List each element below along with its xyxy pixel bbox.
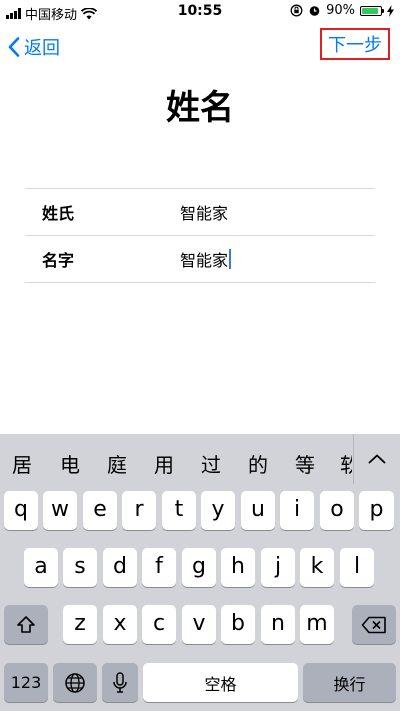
candidate[interactable]: 的 (248, 449, 268, 478)
given-name-label: 名字 (42, 251, 75, 270)
key-m[interactable]: m (300, 605, 334, 644)
charging-icon (387, 4, 394, 17)
candidate-list: 居 电 庭 用 过 的 等 软 (0, 434, 352, 484)
key-o[interactable]: o (320, 491, 354, 530)
candidate[interactable]: 过 (201, 449, 221, 478)
candidate[interactable]: 庭 (107, 449, 127, 478)
numbers-key[interactable]: 123 (4, 663, 48, 702)
key-j[interactable]: j (261, 548, 295, 587)
key-w[interactable]: w (43, 491, 77, 530)
dictation-key[interactable] (102, 663, 138, 702)
key-u[interactable]: u (241, 491, 275, 530)
battery-icon (360, 5, 384, 16)
key-h[interactable]: h (221, 548, 255, 587)
key-l[interactable]: l (340, 548, 374, 587)
globe-icon (65, 672, 85, 693)
key-p[interactable]: p (359, 491, 394, 530)
microphone-icon (113, 671, 127, 693)
candidate-bar: 居 电 庭 用 过 的 等 软 (0, 434, 400, 484)
battery-fill (362, 7, 379, 14)
shift-icon (17, 615, 35, 633)
key-y[interactable]: y (201, 491, 235, 530)
page-title: 姓名 (166, 88, 234, 128)
key-b[interactable]: b (221, 605, 255, 644)
candidate[interactable]: 等 (295, 449, 315, 478)
candidate[interactable]: 软 (340, 449, 352, 478)
surname-label: 姓氏 (42, 204, 75, 223)
back-label: 返回 (24, 38, 60, 59)
key-n[interactable]: n (261, 605, 295, 644)
text-caret (229, 249, 232, 269)
status-bar: 中国移动 10:55 90% (0, 0, 400, 24)
return-key[interactable]: 换行 (303, 663, 396, 702)
key-a[interactable]: a (24, 548, 58, 587)
key-k[interactable]: k (300, 548, 334, 587)
name-form: 姓氏 智能家 名字 智能家 (25, 188, 375, 283)
chevron-up-icon (368, 454, 386, 464)
form-row-surname[interactable]: 姓氏 智能家 (25, 189, 375, 236)
key-g[interactable]: g (182, 548, 216, 587)
delete-icon (361, 616, 386, 633)
expand-candidates-button[interactable] (353, 434, 400, 484)
surname-field[interactable]: 智能家 (180, 200, 228, 224)
next-label: 下一步 (328, 35, 382, 56)
keyboard: 居 电 庭 用 过 的 等 软 q w e r t y u i o p a s … (0, 434, 400, 711)
key-z[interactable]: z (63, 605, 97, 644)
key-e[interactable]: e (83, 491, 117, 530)
globe-key[interactable] (53, 663, 97, 702)
key-x[interactable]: x (103, 605, 137, 644)
status-right: 90% (290, 3, 394, 18)
form-row-given-name[interactable]: 名字 智能家 (25, 236, 375, 283)
chevron-left-icon (8, 37, 20, 57)
given-name-field[interactable]: 智能家 (180, 247, 232, 271)
space-key[interactable]: 空格 (143, 663, 298, 702)
back-button[interactable]: 返回 (8, 34, 60, 60)
key-v[interactable]: v (182, 605, 216, 644)
candidate[interactable]: 电 (60, 449, 80, 478)
key-s[interactable]: s (63, 548, 97, 587)
shift-key[interactable] (4, 605, 48, 644)
next-button[interactable]: 下一步 (320, 28, 390, 60)
key-d[interactable]: d (103, 548, 137, 587)
key-i[interactable]: i (280, 491, 314, 530)
candidate[interactable]: 居 (12, 449, 32, 478)
rotation-lock-icon (290, 4, 303, 17)
alarm-icon (309, 6, 320, 16)
key-f[interactable]: f (142, 548, 176, 587)
candidate[interactable]: 用 (154, 449, 174, 478)
key-r[interactable]: r (122, 491, 156, 530)
key-c[interactable]: c (142, 605, 176, 644)
delete-key[interactable] (352, 605, 396, 644)
battery-percent: 90% (326, 3, 355, 18)
key-q[interactable]: q (4, 491, 38, 530)
key-t[interactable]: t (162, 491, 196, 530)
